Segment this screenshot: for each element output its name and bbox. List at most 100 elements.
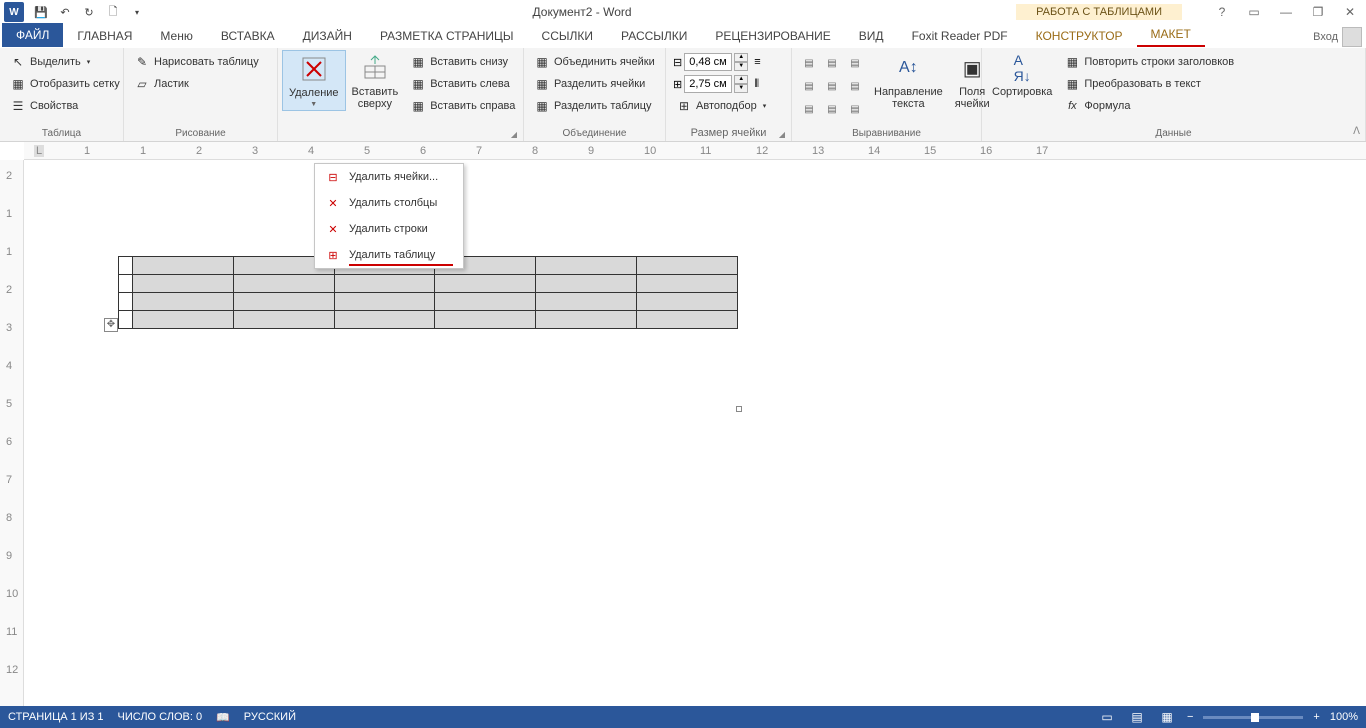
text-direction-button[interactable]: A↕ Направление текста: [868, 50, 949, 112]
split-table-button[interactable]: ▦Разделить таблицу: [530, 96, 659, 116]
draw-table-button[interactable]: ✎Нарисовать таблицу: [130, 52, 263, 72]
spellcheck-icon[interactable]: 📖: [216, 711, 230, 724]
tab-design[interactable]: ДИЗАЙН: [289, 25, 366, 47]
delete-cells-icon: ⊟: [325, 169, 341, 185]
delete-columns-item[interactable]: ✕Удалить столбцы: [315, 190, 463, 216]
delete-button[interactable]: Удаление ▼: [282, 50, 346, 111]
distribute-rows-icon[interactable]: ≡: [754, 56, 760, 68]
properties-button[interactable]: ☰Свойства: [6, 96, 124, 116]
tab-review[interactable]: РЕЦЕНЗИРОВАНИЕ: [701, 25, 844, 47]
width-icon: ⊞: [673, 78, 682, 91]
height-down[interactable]: ▼: [734, 62, 748, 71]
align-ml[interactable]: ▤: [798, 75, 820, 97]
tab-page-layout[interactable]: РАЗМЕТКА СТРАНИЦЫ: [366, 25, 528, 47]
new-doc-icon[interactable]: 🗋: [102, 1, 124, 23]
align-tc[interactable]: ▤: [821, 52, 843, 74]
align-mr[interactable]: ▤: [844, 75, 866, 97]
delete-cells-item[interactable]: ⊟Удалить ячейки...: [315, 164, 463, 190]
insert-right-button[interactable]: ▦Вставить справа: [406, 96, 519, 116]
zoom-slider[interactable]: [1203, 716, 1303, 719]
align-bc[interactable]: ▤: [821, 98, 843, 120]
ribbon-display-icon[interactable]: ▭: [1242, 0, 1266, 24]
tab-references[interactable]: ССЫЛКИ: [528, 25, 607, 47]
zoom-level[interactable]: 100%: [1330, 711, 1358, 723]
grid-icon: ▦: [10, 76, 26, 92]
tab-file[interactable]: ФАЙЛ: [2, 23, 63, 47]
tab-menu[interactable]: Меню: [146, 25, 206, 47]
eraser-button[interactable]: ▱Ластик: [130, 74, 263, 94]
align-tr[interactable]: ▤: [844, 52, 866, 74]
repeat-header-icon: ▦: [1064, 54, 1080, 70]
formula-button[interactable]: fxФормула: [1060, 96, 1238, 116]
sign-in-label: Вход: [1313, 31, 1338, 43]
tab-constructor[interactable]: КОНСТРУКТОР: [1022, 25, 1137, 47]
table-resize-handle[interactable]: [736, 406, 742, 412]
collapse-ribbon-icon[interactable]: ᐱ: [1353, 126, 1360, 137]
insert-above-button[interactable]: Вставить сверху: [346, 50, 405, 112]
insert-left-button[interactable]: ▦Вставить слева: [406, 74, 519, 94]
select-button[interactable]: ↖Выделить▾: [6, 52, 124, 72]
width-down[interactable]: ▼: [734, 84, 748, 93]
tab-layout-table[interactable]: МАКЕТ: [1137, 23, 1205, 47]
align-tl[interactable]: ▤: [798, 52, 820, 74]
split-cells-button[interactable]: ▦Разделить ячейки: [530, 74, 659, 94]
group-alignment: ▤▤▤ ▤▤▤ ▤▤▤ A↕ Направление текста ▣ Поля…: [792, 48, 982, 141]
minimize-icon[interactable]: —: [1274, 0, 1298, 24]
close-icon[interactable]: ✕: [1338, 0, 1362, 24]
zoom-in-icon[interactable]: +: [1313, 711, 1319, 723]
document-area[interactable]: ⊟Удалить ячейки... ✕Удалить столбцы ✕Уда…: [24, 160, 1366, 706]
row-height-input[interactable]: [684, 53, 732, 71]
tab-view[interactable]: ВИД: [845, 25, 898, 47]
col-width-input[interactable]: [684, 75, 732, 93]
redo-icon[interactable]: ↻: [78, 1, 100, 23]
distribute-cols-icon[interactable]: ⦀: [754, 78, 759, 91]
align-mc[interactable]: ▤: [821, 75, 843, 97]
insert-left-icon: ▦: [410, 76, 426, 92]
workspace: 21123456789101112 ⊟Удалить ячейки... ✕Уд…: [0, 160, 1366, 706]
table-move-handle[interactable]: ✥: [104, 318, 118, 332]
tab-home[interactable]: ГЛАВНАЯ: [63, 25, 146, 47]
group-data: AЯ↓ Сортировка ▦Повторить строки заголов…: [982, 48, 1366, 141]
dialog-launcher-icon[interactable]: ◢: [779, 130, 785, 139]
delete-rows-item[interactable]: ✕Удалить строки: [315, 216, 463, 242]
language-indicator[interactable]: РУССКИЙ: [244, 711, 296, 723]
width-up[interactable]: ▲: [734, 75, 748, 84]
group-label-rows-cols: ◢: [282, 126, 519, 141]
autofit-button[interactable]: ⊞Автоподбор▾: [672, 96, 770, 116]
align-br[interactable]: ▤: [844, 98, 866, 120]
save-icon[interactable]: 💾: [30, 1, 52, 23]
sign-in[interactable]: Вход: [1313, 27, 1362, 47]
web-layout-icon[interactable]: ▦: [1157, 709, 1177, 725]
word-count[interactable]: ЧИСЛО СЛОВ: 0: [118, 711, 203, 723]
tab-mailings[interactable]: РАССЫЛКИ: [607, 25, 701, 47]
height-icon: ⊟: [673, 56, 682, 69]
zoom-out-icon[interactable]: −: [1187, 711, 1193, 723]
word-app-icon[interactable]: W: [4, 2, 24, 22]
horizontal-ruler[interactable]: L 11234567891011121314151617: [24, 142, 1366, 160]
height-up[interactable]: ▲: [734, 53, 748, 62]
page-indicator[interactable]: СТРАНИЦА 1 ИЗ 1: [8, 711, 104, 723]
vertical-ruler[interactable]: 21123456789101112: [0, 160, 24, 706]
text-direction-icon: A↕: [892, 52, 924, 84]
delete-table-item[interactable]: ⊞Удалить таблицу: [315, 242, 463, 268]
merge-icon: ▦: [534, 54, 550, 70]
tab-foxit[interactable]: Foxit Reader PDF: [898, 25, 1022, 47]
restore-icon[interactable]: ❐: [1306, 0, 1330, 24]
tab-insert[interactable]: ВСТАВКА: [207, 25, 289, 47]
help-icon[interactable]: ?: [1210, 0, 1234, 24]
group-draw: ✎Нарисовать таблицу ▱Ластик Рисование: [124, 48, 278, 141]
insert-below-button[interactable]: ▦Вставить снизу: [406, 52, 519, 72]
page: ✥: [118, 256, 908, 329]
undo-icon[interactable]: ↶: [54, 1, 76, 23]
dialog-launcher-icon[interactable]: ◢: [511, 130, 517, 139]
convert-text-button[interactable]: ▦Преобразовать в текст: [1060, 74, 1238, 94]
read-mode-icon[interactable]: ▭: [1097, 709, 1117, 725]
align-bl[interactable]: ▤: [798, 98, 820, 120]
repeat-header-button[interactable]: ▦Повторить строки заголовков: [1060, 52, 1238, 72]
print-layout-icon[interactable]: ▤: [1127, 709, 1147, 725]
view-gridlines-button[interactable]: ▦Отобразить сетку: [6, 74, 124, 94]
merge-cells-button[interactable]: ▦Объединить ячейки: [530, 52, 659, 72]
sort-button[interactable]: AЯ↓ Сортировка: [986, 50, 1058, 100]
qat-dropdown-icon[interactable]: ▾: [126, 1, 148, 23]
ribbon: ↖Выделить▾ ▦Отобразить сетку ☰Свойства Т…: [0, 48, 1366, 142]
